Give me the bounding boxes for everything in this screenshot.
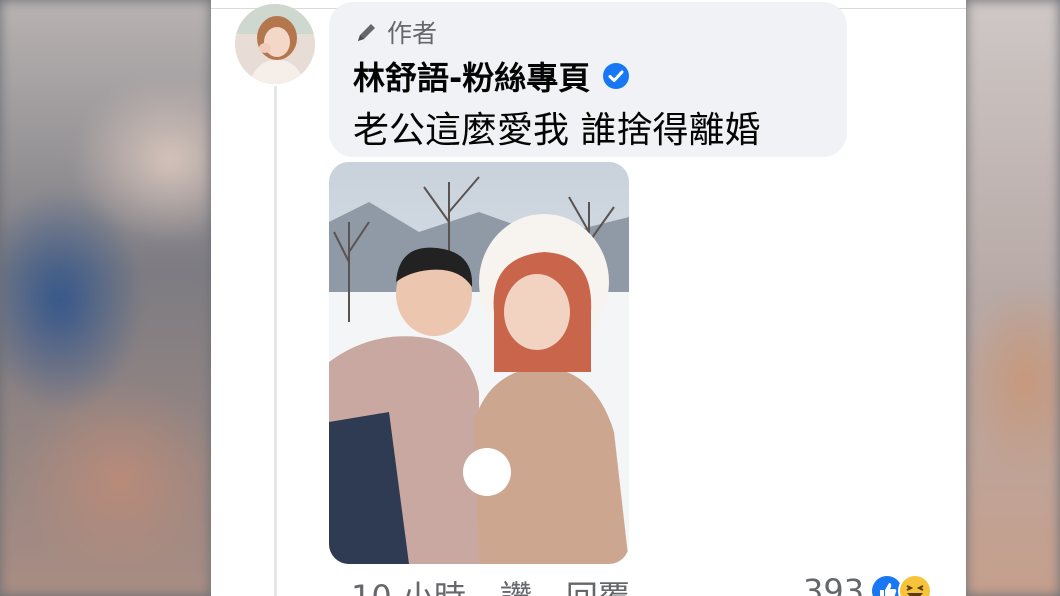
blurred-background-left <box>0 0 211 596</box>
comment-bubble: 作者 林舒語-粉絲專頁 老公這麼愛我 誰捨得離婚 <box>329 2 847 157</box>
comment-panel: 作者 林舒語-粉絲專頁 老公這麼愛我 誰捨得離婚 393 <box>211 0 966 596</box>
reaction-summary[interactable]: 393 <box>803 572 933 596</box>
comment-photo[interactable] <box>329 162 629 564</box>
thread-line <box>274 86 277 596</box>
avatar[interactable] <box>235 4 315 84</box>
reaction-count: 393 <box>803 572 865 596</box>
reaction-icons <box>870 574 933 596</box>
avatar-image <box>235 4 315 84</box>
author-badge-label: 作者 <box>387 19 438 48</box>
haha-icon <box>898 574 933 596</box>
reply-button[interactable]: 回覆 <box>566 572 630 596</box>
comment-text: 老公這麼愛我 誰捨得離婚 <box>353 110 761 151</box>
blurred-background-right <box>966 0 1060 596</box>
verified-badge-icon <box>603 63 630 89</box>
like-button[interactable]: 讚 <box>500 572 532 596</box>
author-name[interactable]: 林舒語-粉絲專頁 <box>353 53 590 99</box>
author-badge: 作者 <box>355 16 437 48</box>
timestamp[interactable]: 10 小時 <box>351 572 466 596</box>
couple-photo <box>329 162 629 564</box>
pencil-icon <box>358 24 375 41</box>
author-name-row: 林舒語-粉絲專頁 <box>353 54 630 98</box>
comment-actions: 10 小時 讚 回覆 <box>351 572 630 596</box>
